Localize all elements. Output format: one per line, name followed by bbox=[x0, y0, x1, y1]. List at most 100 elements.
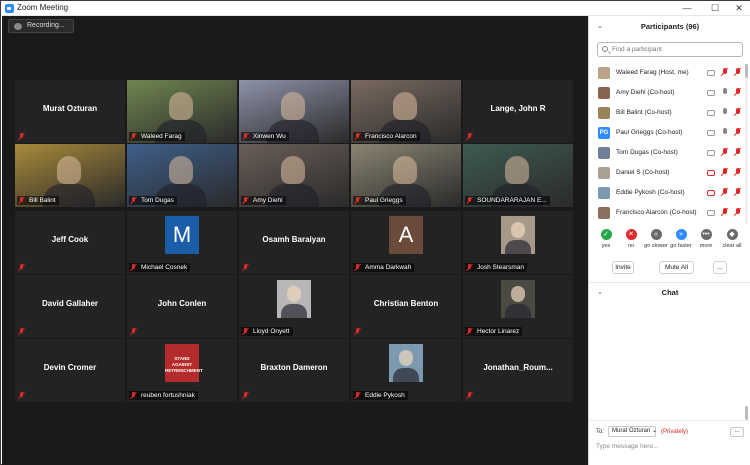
participant-avatar bbox=[598, 67, 610, 79]
video-camera-icon[interactable] bbox=[707, 110, 715, 116]
participant-tile[interactable]: A Amma Darkwah bbox=[351, 211, 461, 274]
participant-tile[interactable]: Tom Dugas bbox=[127, 144, 237, 207]
participant-tile[interactable]: Jeff Cook bbox=[15, 211, 125, 274]
video-camera-icon[interactable] bbox=[707, 170, 715, 176]
participant-tile[interactable]: Hector Linarez bbox=[463, 275, 573, 338]
microphone-icon[interactable] bbox=[722, 168, 728, 177]
reaction-label: yes bbox=[601, 243, 611, 249]
reaction-label: clear all bbox=[722, 243, 742, 249]
poster-text: STAND AGAINST bbox=[171, 356, 193, 367]
participant-row[interactable]: Tom Dugas (Co-host) bbox=[589, 143, 744, 163]
participant-tile[interactable]: Braxton Dameron bbox=[239, 339, 349, 402]
reaction-label: go slower bbox=[644, 243, 668, 249]
invite-button[interactable]: Invite bbox=[612, 261, 634, 274]
muted-mic-icon bbox=[354, 197, 361, 204]
muted-mic-icon bbox=[466, 197, 473, 204]
participant-tile[interactable]: Eddie Pykosh bbox=[351, 339, 461, 402]
reaction-yes-icon: ✓ bbox=[600, 229, 612, 240]
microphone-icon[interactable] bbox=[722, 128, 728, 137]
participant-tile[interactable]: Jonathan_Roum... bbox=[463, 339, 573, 402]
muted-mic-icon bbox=[18, 392, 25, 399]
reaction-more[interactable]: ••• more bbox=[693, 229, 719, 261]
participants-scrollbar[interactable] bbox=[745, 64, 748, 224]
find-participant-input[interactable]: Find a participant bbox=[597, 42, 743, 57]
participant-tile[interactable]: STAND AGAINST RETRENCHMENT reuben fortushn… bbox=[127, 339, 237, 402]
video-camera-icon[interactable] bbox=[707, 70, 715, 76]
maximize-icon[interactable]: ☐ bbox=[704, 1, 726, 16]
participant-row[interactable]: PG Paul Grieggs (Co-host) bbox=[589, 123, 744, 143]
participant-row[interactable]: Bill Balint (Co-host) bbox=[589, 103, 744, 123]
chat-scrollbar[interactable] bbox=[745, 406, 748, 420]
participant-tile[interactable]: SOUNDARARAJAN E... bbox=[463, 144, 573, 207]
participant-name: Murat Ozturan bbox=[42, 104, 98, 113]
more-options-button[interactable]: ... bbox=[713, 261, 727, 274]
participant-row[interactable]: Francisco Alarcón (Co-host) bbox=[589, 203, 744, 223]
participant-tile[interactable]: Devin Cromer bbox=[15, 339, 125, 402]
participant-name: Devin Cromer bbox=[43, 363, 97, 372]
participant-avatar bbox=[598, 147, 610, 159]
participant-name: Braxton Dameron bbox=[260, 363, 328, 372]
participant-tile[interactable]: Josh Stearsman bbox=[463, 211, 573, 274]
microphone-icon[interactable] bbox=[722, 208, 728, 217]
person-silhouette-icon bbox=[393, 92, 417, 120]
participant-tile[interactable]: Xinwen Wu bbox=[239, 80, 349, 143]
microphone-icon[interactable] bbox=[722, 68, 728, 77]
profile-picture bbox=[389, 344, 423, 382]
profile-picture: A bbox=[389, 216, 423, 254]
participant-tile[interactable]: Paul Grieggs bbox=[351, 144, 461, 207]
reaction-clear-all[interactable]: ◆ clear all bbox=[719, 229, 745, 261]
person-shoulders-icon bbox=[393, 368, 419, 382]
close-icon[interactable]: ✕ bbox=[728, 1, 750, 16]
recipient-dropdown[interactable]: Murat Ozturan ⌄ bbox=[608, 426, 657, 437]
reaction-no[interactable]: ✕ no bbox=[618, 229, 644, 261]
muted-mic-icon bbox=[466, 328, 473, 335]
participant-tile[interactable]: Christian Benton bbox=[351, 275, 461, 338]
participant-tile[interactable]: Osamh Baraiyan bbox=[239, 211, 349, 274]
participant-label: reuben fortushniak bbox=[129, 391, 198, 400]
microphone-icon[interactable] bbox=[722, 188, 728, 197]
chat-more-button[interactable]: ... bbox=[730, 427, 744, 437]
video-camera-icon[interactable] bbox=[707, 150, 715, 156]
microphone-icon[interactable] bbox=[722, 88, 728, 97]
participant-row[interactable]: Waleed Farag (Host, me) bbox=[589, 63, 744, 83]
participant-tile[interactable]: Bill Balint bbox=[15, 144, 125, 207]
participant-tile[interactable]: Amy Diehl bbox=[239, 144, 349, 207]
mic-status-icon bbox=[735, 208, 741, 217]
microphone-icon[interactable] bbox=[722, 148, 728, 157]
participant-tile[interactable]: M Michael Cosnek bbox=[127, 211, 237, 274]
participant-tile[interactable]: Francisco Alarcon bbox=[351, 80, 461, 143]
reaction-yes[interactable]: ✓ yes bbox=[593, 229, 619, 261]
participant-row[interactable]: Amy Diehl (Co-host) bbox=[589, 83, 744, 103]
person-silhouette-icon bbox=[399, 350, 413, 366]
person-shoulders-icon bbox=[505, 304, 531, 318]
video-camera-icon[interactable] bbox=[707, 130, 715, 136]
participant-tile[interactable]: Lloyd Onyett bbox=[239, 275, 349, 338]
chat-composer: To: Murat Ozturan ⌄ (Privately) ... Type… bbox=[589, 420, 750, 465]
participant-tile[interactable]: John Conlen bbox=[127, 275, 237, 338]
participant-tile[interactable]: Waleed Farag bbox=[127, 80, 237, 143]
participant-tile[interactable]: Murat Ozturan bbox=[15, 80, 125, 143]
reaction-no-icon: ✕ bbox=[625, 229, 637, 240]
participant-name: Bill Balint (Co-host) bbox=[616, 109, 672, 116]
reaction-go-faster[interactable]: » go faster bbox=[668, 229, 694, 261]
participant-row[interactable]: Eddie Pykosh (Co-host) bbox=[589, 183, 744, 203]
participant-row[interactable]: Daniel S (Co-host) bbox=[589, 163, 744, 183]
minimize-icon[interactable]: — bbox=[676, 1, 698, 16]
chat-message-input[interactable]: Type message here... bbox=[596, 443, 659, 450]
person-silhouette-icon bbox=[287, 286, 301, 302]
reaction-label: no bbox=[627, 243, 635, 249]
recording-indicator[interactable]: Recording... bbox=[8, 19, 74, 33]
video-camera-icon[interactable] bbox=[707, 90, 715, 96]
scrollbar-thumb[interactable] bbox=[745, 64, 748, 78]
muted-mic-icon bbox=[242, 328, 249, 335]
zoom-window: Zoom Meeting — ☐ ✕ Recording... Murat Oz… bbox=[0, 0, 750, 465]
muted-mic-icon bbox=[130, 328, 137, 335]
video-camera-icon[interactable] bbox=[707, 210, 715, 216]
participant-tile[interactable]: David Gallaher bbox=[15, 275, 125, 338]
participant-tile[interactable]: Lange, John R bbox=[463, 80, 573, 143]
video-camera-icon[interactable] bbox=[707, 190, 715, 196]
mute-all-button[interactable]: Mute All bbox=[659, 261, 694, 274]
reaction-go-slower[interactable]: « go slower bbox=[643, 229, 669, 261]
participant-name: Jeff Cook bbox=[51, 235, 89, 244]
microphone-icon[interactable] bbox=[722, 108, 728, 117]
